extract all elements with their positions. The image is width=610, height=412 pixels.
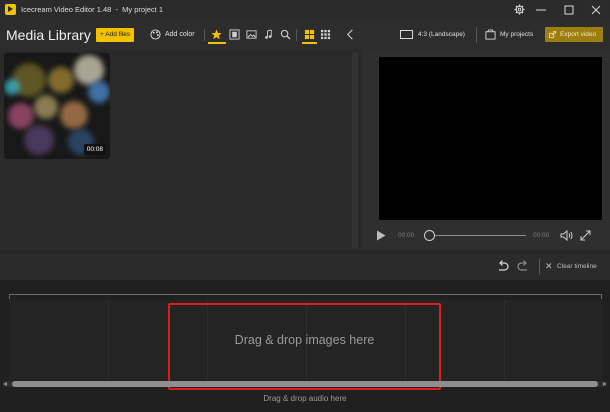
undo-icon[interactable] [496,260,509,272]
minimize-button[interactable] [528,0,554,20]
close-icon [591,5,601,15]
projects-icon [485,29,496,40]
add-color-button[interactable]: Add color [165,31,195,38]
ruler-tick [601,294,602,299]
minimize-icon [536,9,546,11]
track-gridline [504,300,505,380]
divider [296,29,297,41]
active-filter-underline [208,42,226,44]
grid-large-icon[interactable] [304,29,315,40]
clear-timeline-button[interactable]: Clear timeline [557,263,597,270]
chevron-left-icon[interactable] [345,29,356,40]
ruler-tick [9,294,10,299]
timeline-scroll-thumb[interactable] [12,381,598,387]
current-time: 00:00 [398,232,415,239]
track-gridline [108,300,109,380]
image-icon[interactable] [246,29,257,40]
fullscreen-icon[interactable] [580,230,591,241]
clear-icon[interactable]: ✕ [545,261,553,271]
scroll-left-icon[interactable] [3,382,7,386]
aspect-ratio-icon [400,30,413,39]
maximize-button[interactable] [556,0,582,20]
close-button[interactable] [583,0,609,20]
divider [204,29,205,41]
app-logo-icon [5,4,16,15]
play-icon[interactable] [376,230,386,241]
maximize-icon [564,5,574,15]
search-icon[interactable] [280,29,291,40]
total-time: 00:00 [533,232,550,239]
add-files-button[interactable]: + Add files [96,28,135,42]
palette-icon [150,29,161,40]
window-title: Icecream Video Editor 1.48 - My project … [21,5,164,14]
media-item-thumbnail[interactable]: 00:08 [4,53,110,159]
scroll-right-icon[interactable] [603,382,607,386]
aspect-ratio-selector[interactable]: 4:3 (Landscape) [418,31,465,38]
active-view-underline [302,42,317,44]
film-icon[interactable] [229,29,240,40]
redo-icon[interactable] [517,260,530,272]
seek-handle[interactable] [424,230,435,241]
video-preview[interactable] [379,57,602,220]
timeline-ruler [9,294,602,295]
audio-drop-zone[interactable]: Drag & drop audio here [0,394,610,403]
gear-icon [513,4,525,15]
drop-images-label: Drag & drop images here [234,333,375,347]
volume-icon[interactable] [560,230,574,241]
grid-small-icon[interactable] [320,29,331,40]
export-icon [549,31,556,38]
seek-bar[interactable] [428,235,526,236]
star-icon[interactable] [211,29,222,40]
music-icon[interactable] [263,29,274,40]
media-scrollbar[interactable] [352,52,358,248]
divider [476,27,477,43]
my-projects-button[interactable]: My projects [500,31,533,38]
divider [539,259,540,274]
media-library-title: Media Library [6,27,91,43]
duration-badge: 00:08 [83,144,106,155]
